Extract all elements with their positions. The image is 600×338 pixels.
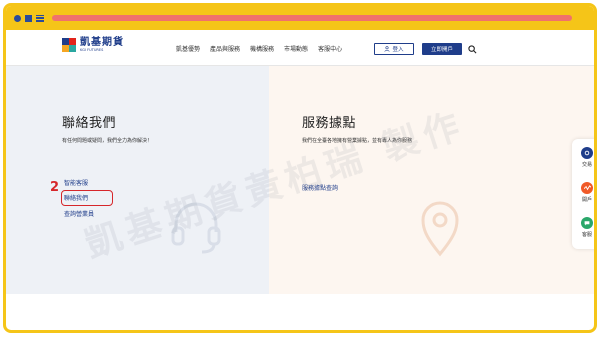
menu-item-advantage[interactable]: 凱基優勢 bbox=[176, 44, 200, 53]
menu-icon[interactable] bbox=[36, 14, 44, 22]
circle-icon bbox=[14, 14, 21, 22]
smart-service-link[interactable]: 智能客服 bbox=[64, 178, 88, 187]
highlight-box bbox=[61, 190, 113, 206]
contact-description: 有任何問題或疑問，我們全力為你解決！ bbox=[62, 138, 153, 144]
open-account-button[interactable]: 立即開戶 bbox=[422, 43, 462, 55]
user-icon bbox=[384, 46, 391, 52]
menu-item-institutional[interactable]: 機構服務 bbox=[250, 44, 274, 53]
chat-bubble-icon bbox=[581, 217, 593, 229]
location-pin-icon bbox=[421, 201, 459, 257]
locations-title: 服務據點 bbox=[302, 116, 357, 131]
side-item-trade[interactable]: 交易 bbox=[572, 147, 594, 168]
search-icon[interactable] bbox=[468, 45, 477, 54]
side-item-open-account[interactable]: 開戶 bbox=[572, 182, 594, 203]
floating-side-panel: 交易 開戶 客服 bbox=[572, 139, 594, 249]
contact-title: 聯絡我們 bbox=[62, 116, 117, 131]
chart-line-icon bbox=[581, 182, 593, 194]
main-menu: 凱基優勢 產品與服務 機構服務 市場動態 客服中心 bbox=[176, 44, 342, 53]
menu-item-market[interactable]: 市場動態 bbox=[284, 44, 308, 53]
site-logo[interactable]: 凱基期貨 KGI FUTURES bbox=[62, 38, 124, 53]
logo-name: 凱基期貨 bbox=[80, 37, 124, 48]
side-item-label: 開戶 bbox=[581, 197, 592, 203]
browser-toolbar bbox=[6, 6, 594, 30]
open-account-label: 立即開戶 bbox=[430, 47, 453, 53]
login-button[interactable]: 登入 bbox=[374, 43, 414, 55]
site-header: 凱基期貨 KGI FUTURES 凱基優勢 產品與服務 機構服務 市場動態 客服… bbox=[6, 30, 594, 66]
square-icon bbox=[25, 14, 32, 22]
side-item-label: 客服 bbox=[581, 232, 592, 238]
logo-subtitle: KGI FUTURES bbox=[80, 48, 104, 52]
menu-item-service-center[interactable]: 客服中心 bbox=[318, 44, 342, 53]
trade-icon bbox=[581, 147, 593, 159]
logo-mark-icon bbox=[62, 38, 76, 53]
menu-item-products[interactable]: 產品與服務 bbox=[210, 44, 240, 53]
side-item-label: 交易 bbox=[581, 162, 592, 168]
browser-frame: 凱基期貨 KGI FUTURES 凱基優勢 產品與服務 機構服務 市場動態 客服… bbox=[3, 3, 597, 333]
side-item-customer-service[interactable]: 客服 bbox=[572, 217, 594, 238]
login-label: 登入 bbox=[392, 47, 404, 53]
address-bar[interactable] bbox=[52, 15, 572, 21]
step-number: 2 bbox=[50, 180, 60, 195]
